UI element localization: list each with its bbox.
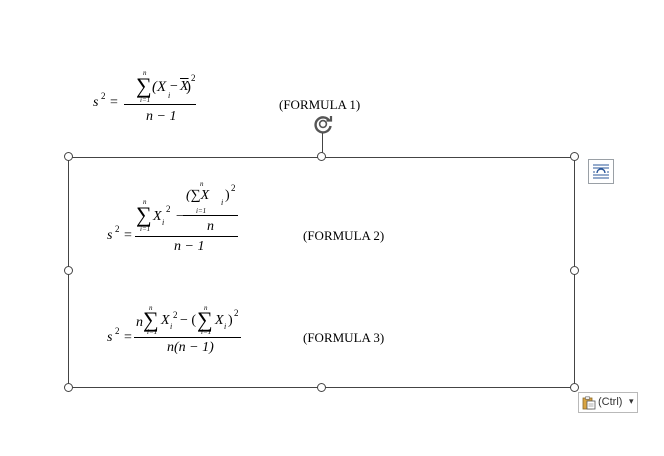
clipboard-icon (582, 396, 596, 410)
f1-num-minus: − (170, 79, 178, 94)
f2-inner-denominator: n (207, 219, 214, 234)
f2-inner-sup: 2 (231, 183, 236, 193)
f1-sum-bottom: i=1 (140, 96, 151, 104)
selection-frame[interactable] (68, 157, 575, 388)
f3-denominator: n(n − 1) (167, 340, 214, 355)
f2-eq: = (124, 228, 132, 243)
f3-term2-x: X (215, 313, 224, 328)
f1-lhs-sup: 2 (101, 91, 106, 101)
formula-3-label: (FORMULA 3) (303, 330, 385, 345)
f2-inner-close: ) (225, 188, 230, 203)
f2-inner-term: (∑X (186, 188, 210, 203)
f3-sum2-bottom: i=1 (201, 328, 212, 336)
f3-lhs: s (107, 330, 113, 345)
f3-sum-bottom: i=1 (147, 328, 158, 336)
f3-fraction-bar (134, 337, 241, 338)
f1-denominator: n − 1 (146, 109, 177, 124)
resize-handle-top[interactable] (317, 152, 326, 161)
f2-lhs: s (107, 228, 113, 243)
f1-num-sup: 2 (191, 73, 196, 83)
layout-options-button[interactable] (588, 159, 614, 184)
resize-handle-left[interactable] (64, 266, 73, 275)
resize-handle-top-left[interactable] (64, 152, 73, 161)
rotate-handle-icon[interactable] (311, 112, 335, 136)
f3-term2-sub: i (224, 322, 227, 331)
f3-n: n (136, 315, 143, 330)
rotate-connector (322, 133, 323, 153)
f3-minus: − ( (180, 313, 197, 328)
resize-handle-bottom-right[interactable] (570, 383, 579, 392)
f1-eq: = (110, 95, 118, 110)
f2-sigma: ∑ (136, 202, 152, 227)
resize-handle-right[interactable] (570, 266, 579, 275)
f3-term-sub: i (170, 322, 173, 331)
f2-denominator: n − 1 (174, 239, 205, 254)
f2-minus: − (176, 209, 184, 224)
paste-options-label: (Ctrl) (598, 396, 623, 408)
f2-inner-fraction-bar (183, 215, 238, 216)
f2-inner-sub: i (221, 198, 224, 207)
f2-lhs-sup: 2 (115, 224, 120, 234)
f2-fraction-bar (135, 236, 238, 237)
f2-sum-bottom: i=1 (140, 225, 151, 233)
f2-term-sup: 2 (166, 204, 171, 214)
f3-term2-close: ) (228, 313, 233, 328)
f2-term-sub: i (162, 218, 165, 227)
formula-1-label: (FORMULA 1) (279, 97, 361, 112)
f3-eq: = (124, 330, 132, 345)
f1-fraction-bar (124, 104, 196, 105)
f3-term-sup: 2 (173, 310, 178, 320)
f1-num-open: (X (152, 79, 167, 95)
f3-term-x: X (161, 313, 170, 328)
f2-term-x: X (153, 209, 162, 224)
chevron-down-icon: ▾ (629, 396, 634, 406)
formula-2-label: (FORMULA 2) (303, 228, 385, 243)
resize-handle-top-right[interactable] (570, 152, 579, 161)
f3-lhs-sup: 2 (115, 326, 120, 336)
f1-lhs: s (93, 95, 99, 110)
f3-term2-sup: 2 (234, 308, 239, 318)
layout-options-icon (593, 164, 609, 179)
paste-options-button[interactable]: (Ctrl) ▾ (578, 392, 638, 413)
resize-handle-bottom-left[interactable] (64, 383, 73, 392)
resize-handle-bottom[interactable] (317, 383, 326, 392)
f2-inner-sum-top: n (200, 180, 204, 188)
f1-sigma: ∑ (136, 73, 152, 98)
f2-inner-sum-bottom: i=1 (196, 207, 207, 215)
